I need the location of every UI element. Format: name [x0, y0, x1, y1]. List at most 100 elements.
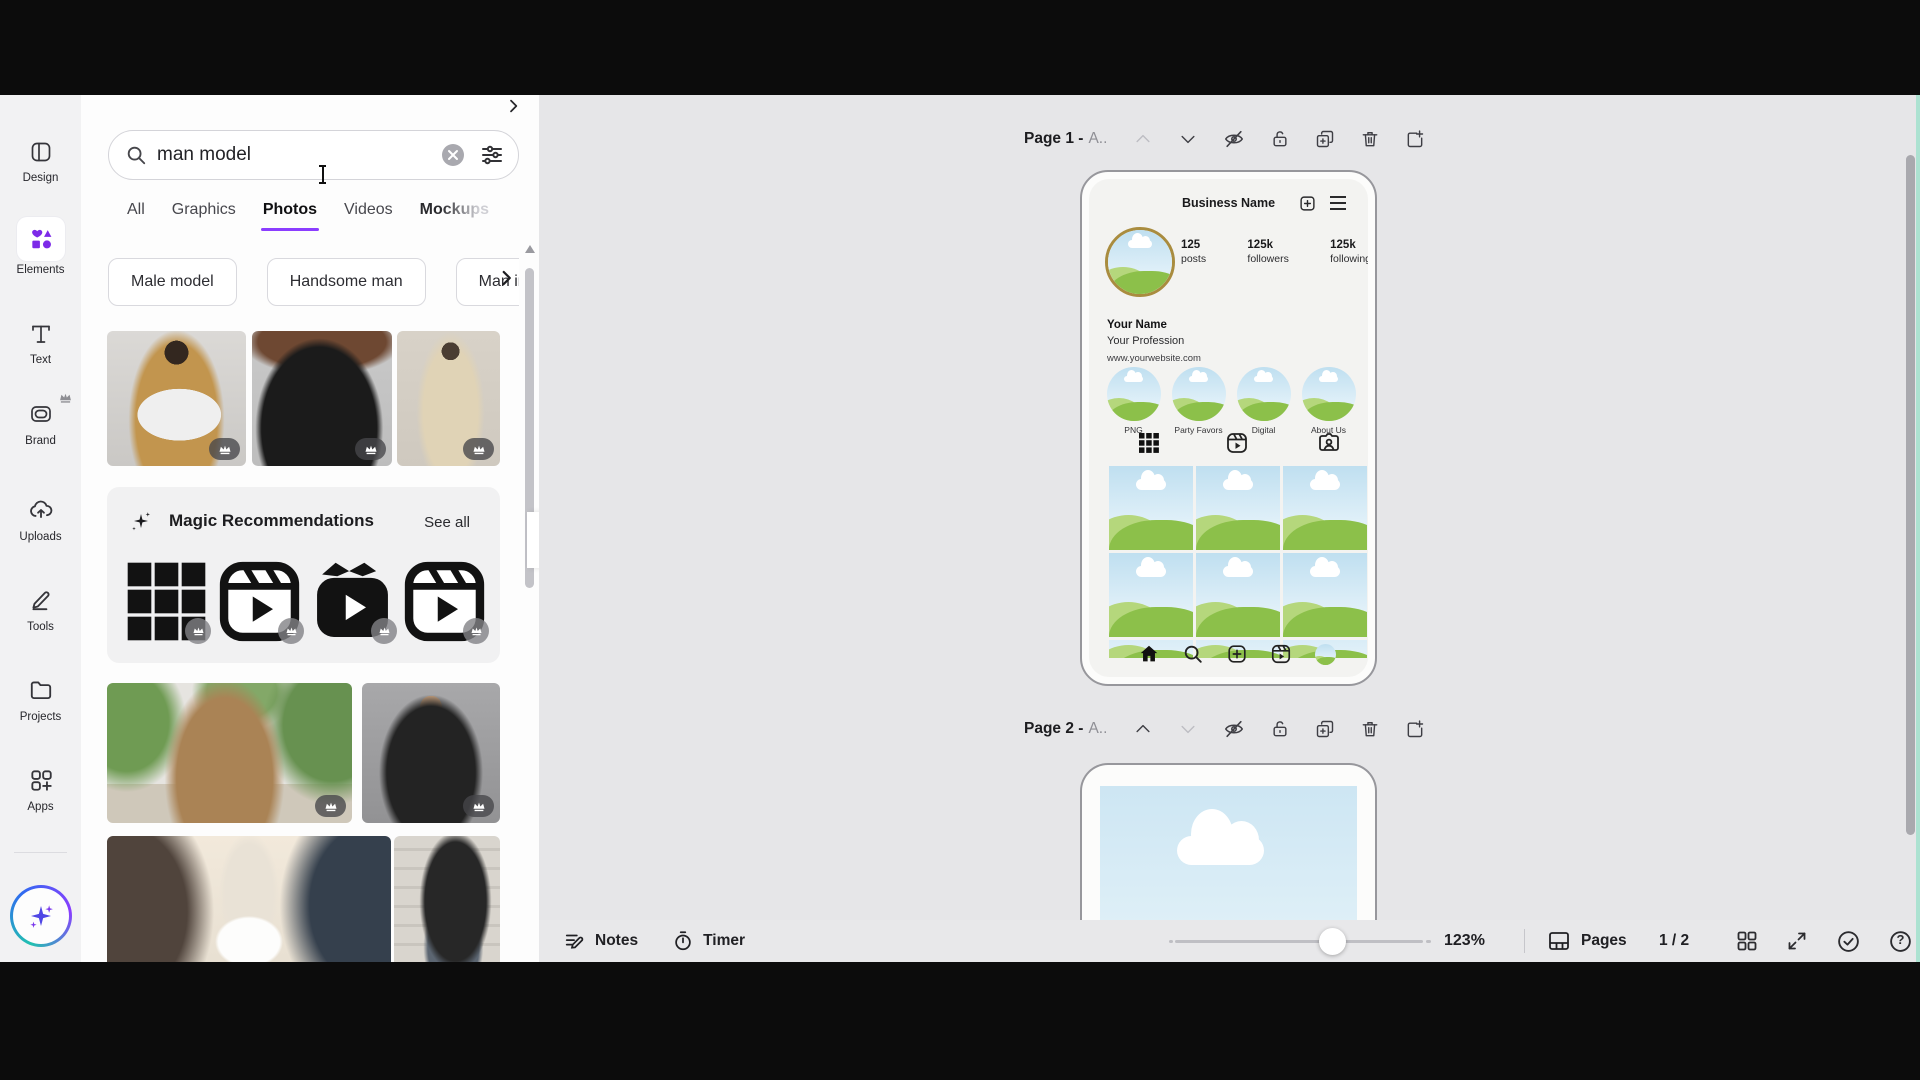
sidebar-item-tools[interactable]: Tools — [0, 583, 81, 633]
magic-assistant-button[interactable] — [10, 885, 72, 947]
post-thumbnail — [1196, 466, 1280, 550]
help-icon[interactable]: ? — [1888, 929, 1913, 954]
sparkle-icon — [13, 888, 69, 944]
highlight-item: Party Favors — [1166, 367, 1231, 435]
move-page-down-icon[interactable] — [1178, 129, 1198, 149]
photo-result[interactable] — [362, 683, 500, 823]
tab-graphics[interactable]: Graphics — [172, 201, 236, 231]
duplicate-page-icon[interactable] — [1315, 129, 1335, 149]
pills-scroll-chevron-icon[interactable] — [497, 269, 515, 292]
sidebar-item-uploads[interactable]: Uploads — [0, 493, 81, 543]
fullscreen-icon[interactable] — [1785, 929, 1809, 953]
zoom-slider-thumb[interactable] — [1319, 928, 1346, 955]
top-black-bar — [0, 0, 1920, 95]
pill-handsome-man[interactable]: Handsome man — [267, 258, 426, 306]
add-page-icon[interactable] — [1405, 129, 1425, 149]
pen-tool-icon — [19, 583, 63, 617]
zoom-level[interactable]: 123% — [1444, 932, 1485, 950]
saved-check-icon[interactable] — [1836, 929, 1861, 954]
sidebar-item-apps[interactable]: Apps — [0, 763, 81, 813]
post-thumbnail — [1283, 466, 1367, 550]
zoom-slider[interactable] — [1175, 940, 1423, 943]
pro-crown-badge — [463, 438, 494, 460]
grid-layout-element[interactable] — [126, 561, 207, 642]
timer-label: Timer — [703, 932, 745, 950]
pro-crown-icon — [59, 390, 72, 408]
search-input[interactable] — [157, 144, 442, 166]
lock-page-icon[interactable] — [1270, 719, 1290, 739]
move-page-down-icon[interactable] — [1178, 719, 1198, 739]
tab-photos[interactable]: Photos — [263, 201, 317, 231]
delete-page-icon[interactable] — [1360, 129, 1380, 149]
timer-button[interactable]: Timer — [672, 930, 745, 952]
photo-result[interactable] — [107, 836, 391, 962]
page-2-header: Page 2 - A.. — [1024, 718, 1425, 740]
stat-followers: 125k followers — [1247, 239, 1288, 265]
tabs-scroll-chevron-icon[interactable] — [505, 98, 521, 119]
sidebar-item-projects[interactable]: Projects — [0, 673, 81, 723]
profile-name: Your Name — [1107, 319, 1167, 331]
tab-all[interactable]: All — [127, 201, 145, 231]
sidebar-item-label: Brand — [0, 435, 81, 447]
notes-button[interactable]: Notes — [564, 930, 638, 952]
main-region: Design Elements Text — [0, 95, 1920, 962]
reels-filled-element[interactable] — [312, 561, 393, 642]
lock-page-icon[interactable] — [1270, 129, 1290, 149]
photo-result[interactable] — [107, 331, 246, 466]
reels-outline-element[interactable] — [219, 561, 300, 642]
delete-page-icon[interactable] — [1360, 719, 1380, 739]
post-thumbnail — [1109, 553, 1193, 637]
search-nav-icon — [1182, 643, 1204, 665]
ig-create-post-icon — [1299, 195, 1316, 217]
pill-male-model[interactable]: Male model — [108, 258, 237, 306]
post-thumbnail — [1283, 553, 1367, 637]
see-all-link[interactable]: See all — [424, 514, 470, 531]
photo-result[interactable] — [394, 836, 500, 962]
profile-tab-icons — [1089, 431, 1368, 461]
sidebar-item-label: Design — [0, 172, 81, 184]
grid-view-icon[interactable] — [1735, 929, 1759, 953]
upload-cloud-icon — [19, 493, 63, 527]
sidebar-item-brand[interactable]: Brand — [0, 397, 81, 447]
hide-page-icon[interactable] — [1223, 718, 1245, 740]
pages-button[interactable]: Pages — [1547, 929, 1627, 953]
page-title-text: Page 1 - — [1024, 130, 1083, 147]
magic-sparkle-icon — [129, 509, 153, 533]
search-box — [108, 130, 519, 180]
sidebar-divider — [14, 852, 67, 853]
tagged-tab-icon — [1317, 431, 1341, 455]
scroll-up-arrow-icon[interactable] — [525, 245, 535, 253]
tab-mockups[interactable]: Mockups — [420, 201, 489, 231]
sidebar-item-elements[interactable]: Elements — [0, 217, 81, 276]
tab-videos[interactable]: Videos — [344, 201, 393, 231]
sidebar-item-text[interactable]: Text — [0, 317, 81, 366]
add-page-icon[interactable] — [1405, 719, 1425, 739]
stat-posts: 125 posts — [1181, 239, 1206, 265]
story-highlights: PNG Party Favors Digital About Us — [1101, 367, 1368, 435]
design-canvas: Page 1 -A.. Business Name — [539, 95, 1920, 962]
move-page-up-icon[interactable] — [1133, 719, 1153, 739]
page-1-title[interactable]: Page 1 -A.. — [1024, 130, 1107, 148]
filter-sliders-icon[interactable] — [480, 143, 504, 167]
page-title-text: Page 2 - — [1024, 720, 1083, 737]
highlight-item: About Us — [1296, 367, 1361, 435]
page-2-title[interactable]: Page 2 - A.. — [1024, 720, 1107, 738]
page-1-artboard[interactable]: Business Name 125 posts 1 — [1080, 170, 1377, 686]
hide-page-icon[interactable] — [1223, 128, 1245, 150]
pro-crown-badge — [209, 438, 240, 460]
reels-outline-element[interactable] — [404, 561, 485, 642]
move-page-up-icon[interactable] — [1133, 129, 1153, 149]
page-title-suffix: A.. — [1088, 720, 1107, 737]
sidebar-item-design[interactable]: Design — [0, 135, 81, 184]
photo-result[interactable] — [107, 683, 352, 823]
magic-recommendations-card: Magic Recommendations See all — [107, 487, 500, 663]
highlight-item: Digital — [1231, 367, 1296, 435]
photo-result[interactable] — [252, 331, 392, 466]
result-tabs: All Graphics Photos Videos Mockups — [127, 201, 519, 231]
pro-crown-badge — [278, 618, 304, 644]
clear-search-icon[interactable] — [442, 144, 464, 166]
duplicate-page-icon[interactable] — [1315, 719, 1335, 739]
pro-crown-badge — [315, 795, 346, 817]
photo-result[interactable] — [397, 331, 500, 466]
canvas-scrollbar[interactable] — [1906, 155, 1915, 835]
